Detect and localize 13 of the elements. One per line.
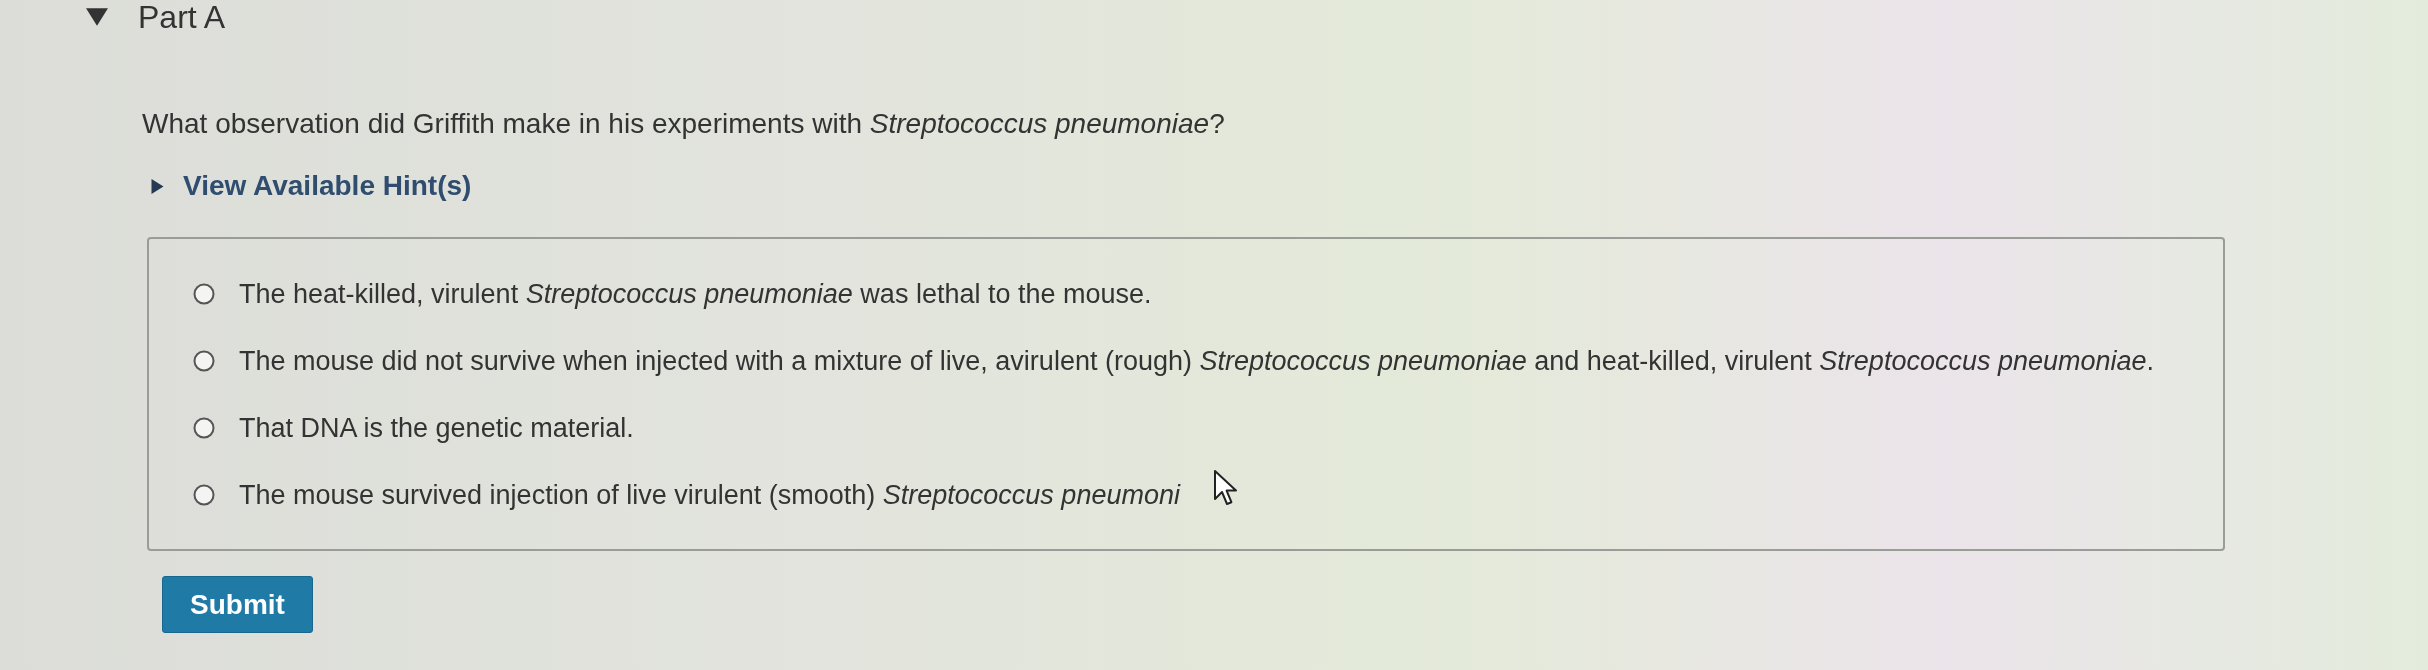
option-text: The mouse did not survive when injected with a mixture of live, avirulent (rough) Streptococcus pneumoniae and heat-killed, virulent Streptococcus pneumoniae.: [239, 345, 2155, 377]
hints-toggle[interactable]: View Available Hint(s): [183, 170, 472, 202]
option-text: The heat-killed, virulent Streptococcus pneumoniae was lethal to the mouse.: [239, 278, 1152, 310]
option-text: The mouse survived injection of live virulent (smooth) Streptococcus pneumoni: [239, 479, 1180, 511]
question-text: What observation did Griffith make in his experiments with Streptococcus pneumoniae?: [142, 108, 1225, 140]
radio-button[interactable]: [193, 484, 215, 506]
option-text: That DNA is the genetic material.: [239, 412, 634, 444]
mouse-pointer-icon: [1213, 469, 1239, 507]
radio-button[interactable]: [193, 283, 215, 305]
radio-button[interactable]: [193, 350, 215, 372]
submit-button[interactable]: Submit: [162, 576, 313, 633]
part-title: Part A: [138, 0, 226, 34]
radio-button[interactable]: [193, 417, 215, 439]
